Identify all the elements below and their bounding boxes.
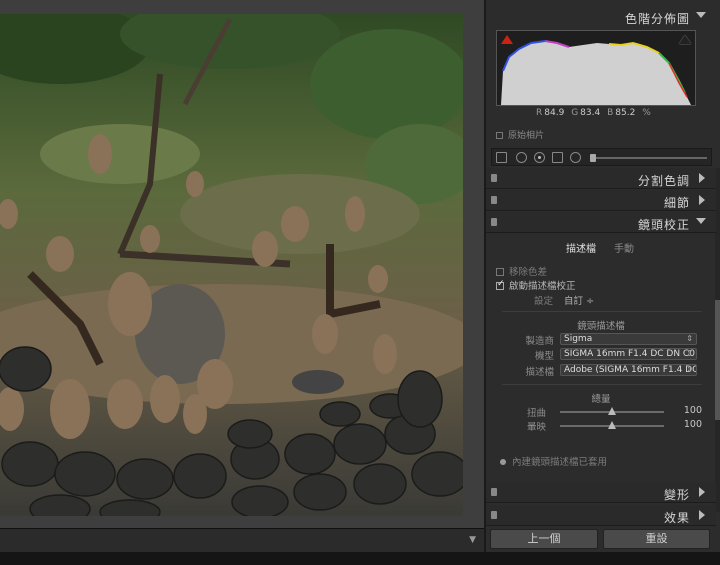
section-switch-icon[interactable] [491,511,497,519]
previous-button[interactable]: 上一個 [490,529,598,549]
info-dot-icon [500,459,506,465]
tab-manual[interactable]: 手動 [614,240,634,255]
histogram-header[interactable]: 色階分佈圖 [486,6,716,27]
monkey-photo-image [0,14,463,516]
r-label: R [536,108,543,118]
make-select[interactable]: Sigma ⇕ [560,333,697,345]
detail-title: 細節 [663,196,690,210]
shadow-clipping-warning-icon[interactable] [501,35,513,44]
distortion-value[interactable]: 100 [684,405,702,416]
enable-profile-option[interactable]: 啟動描述檔校正 [496,278,576,292]
select-arrows-icon: ⇕ [686,334,693,343]
expand-triangle-icon[interactable] [699,510,705,520]
tool-strip [491,148,712,166]
section-switch-icon[interactable] [491,218,497,226]
original-photo-toggle[interactable]: 原始相片 [496,128,544,141]
red-eye-icon[interactable] [534,152,545,163]
section-switch-icon[interactable] [491,488,497,496]
section-switch-icon[interactable] [491,196,497,204]
make-value: Sigma [564,334,593,344]
make-label: 製造商 [525,336,554,347]
image-canvas[interactable] [0,0,484,528]
toolbar-strip: ▼ [0,528,484,552]
unit-label: % [642,108,651,118]
lens-profile-header: 鏡頭描述檔 [577,321,625,332]
enable-profile-checkbox[interactable] [496,279,505,290]
transform-header[interactable]: 變形 [486,482,716,503]
model-select[interactable]: SIGMA 16mm F1.4 DC DN C017 ⇕ [560,348,697,360]
split-toning-header[interactable]: 分割色調 [486,168,716,189]
profile-value: Adobe (SIGMA 16mm F1.4 DC ... [564,365,697,375]
model-value: SIGMA 16mm F1.4 DC DN C017 [564,349,697,359]
original-photo-checkbox[interactable] [496,132,503,139]
original-photo-label: 原始相片 [508,131,545,141]
g-value: 83.4 [580,108,601,118]
collapse-triangle-icon[interactable] [696,218,706,224]
builtin-profile-status-text: 內建鏡頭描述檔已套用 [512,457,608,468]
b-label: B [607,108,614,118]
vignetting-knob[interactable] [608,421,616,429]
develop-panel: 色階分佈圖 R 84.9 G 83.4 B 85.2 % 原始相片 分割色調 細… [484,0,720,552]
lens-corrections-title: 鏡頭校正 [637,218,690,232]
transform-title: 變形 [663,488,690,502]
remove-ca-checkbox[interactable] [496,268,504,276]
builtin-profile-status: 內建鏡頭描述檔已套用 [500,454,607,468]
radial-filter-icon[interactable] [570,152,581,163]
r-value: 84.9 [544,108,565,118]
select-arrows-icon: ⇕ [686,365,693,374]
status-strip [0,552,720,565]
vignetting-slider[interactable] [560,421,664,429]
model-label: 機型 [534,351,554,362]
setup-row[interactable]: 設定 自訂 ÷ [534,293,594,307]
crop-tool-icon[interactable] [496,152,507,163]
profile-select[interactable]: Adobe (SIGMA 16mm F1.4 DC ... ⇕ [560,364,697,376]
toolbar-dropdown-arrow-icon[interactable]: ▼ [469,535,476,545]
graduated-filter-icon[interactable] [552,152,563,163]
divider [502,311,702,312]
b-value: 85.2 [615,108,636,118]
effects-header[interactable]: 效果 [486,505,716,526]
histogram-graph[interactable] [496,30,696,106]
g-label: G [571,108,579,118]
highlight-clipping-warning-icon[interactable] [679,35,691,44]
histogram-title: 色階分佈圖 [624,12,690,26]
expand-triangle-icon[interactable] [699,173,705,183]
distortion-slider[interactable] [560,407,664,415]
distortion-knob[interactable] [608,407,616,415]
remove-ca-option[interactable]: 移除色差 [496,264,547,278]
rgb-readout: R 84.9 G 83.4 B 85.2 % [536,108,651,118]
amount-header: 總量 [591,394,611,405]
lens-corrections-header[interactable]: 鏡頭校正 [486,212,716,233]
detail-header[interactable]: 細節 [486,190,716,211]
expand-triangle-icon[interactable] [699,195,705,205]
brush-size-slider[interactable] [590,154,707,162]
photo-preview[interactable] [0,14,463,516]
brush-size-knob[interactable] [590,154,596,162]
vignetting-label: 暈映 [526,422,546,433]
vignetting-value[interactable]: 100 [684,419,702,430]
distortion-label: 扭曲 [526,408,546,419]
split-toning-title: 分割色調 [637,174,690,188]
effects-title: 效果 [663,511,690,525]
profile-label: 描述檔 [525,367,554,378]
remove-ca-label: 移除色差 [509,267,548,278]
tab-profile[interactable]: 描述檔 [566,240,596,255]
section-switch-icon[interactable] [491,174,497,182]
spot-removal-icon[interactable] [516,152,527,163]
setup-dropdown[interactable]: 自訂 ÷ [564,296,594,307]
expand-triangle-icon[interactable] [699,487,705,497]
collapse-triangle-icon[interactable] [696,12,706,18]
enable-profile-label: 啟動描述檔校正 [509,281,576,292]
select-arrows-icon: ⇕ [686,349,693,358]
setup-label: 設定 [534,296,554,307]
reset-button[interactable]: 重設 [603,529,710,549]
histogram-curve [501,40,691,105]
lens-tabs: 描述檔 手動 [486,236,716,256]
divider [502,384,702,385]
